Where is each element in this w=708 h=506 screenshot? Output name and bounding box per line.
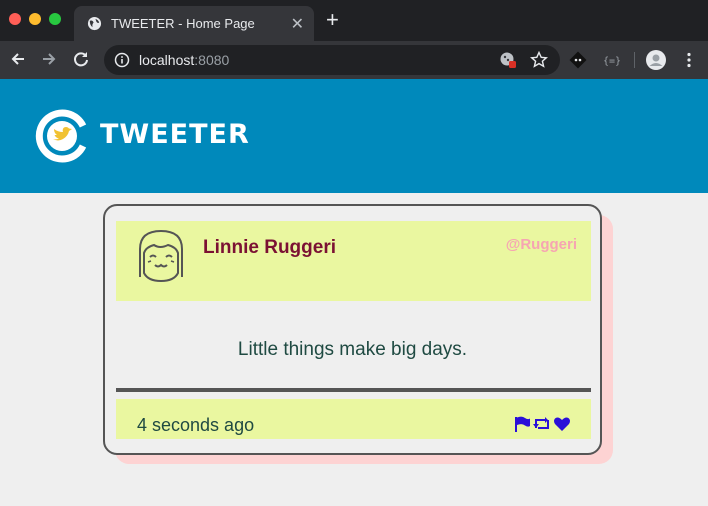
tweet-footer: 4 seconds ago [116,399,591,439]
close-icon[interactable]: ✕ [291,14,304,34]
close-window-button[interactable] [9,13,21,25]
minimize-window-button[interactable] [29,13,41,25]
retweet-icon[interactable] [533,415,551,433]
tweet-header: Linnie Ruggeri @Ruggeri [116,221,591,301]
site-header: TWEETER [0,79,708,193]
menu-icon[interactable] [680,51,698,69]
plus-icon[interactable]: + [326,9,339,31]
bird-logo-icon[interactable] [35,109,89,163]
profile-icon[interactable] [646,50,666,70]
user-name: Linnie Ruggeri [203,237,336,258]
tweet-actions [513,415,571,433]
blocked-cookies-icon[interactable] [499,51,517,69]
browser-toolbar: localhost:8080 {=} [0,41,708,79]
back-icon[interactable] [7,48,29,70]
git-extension-icon[interactable] [569,51,587,69]
maximize-window-button[interactable] [49,13,61,25]
info-icon[interactable] [114,52,130,68]
heart-icon[interactable] [553,415,571,433]
tweet-card: Linnie Ruggeri @Ruggeri Little things ma… [103,204,602,455]
reload-icon[interactable] [70,48,92,70]
json-extension-icon[interactable]: {=} [602,51,620,69]
browser-tab[interactable]: TWEETER - Home Page ✕ [74,6,314,41]
user-handle: @Ruggeri [505,236,577,253]
tweet-text: Little things make big days. [237,339,468,360]
globe-icon [87,16,102,31]
tab-title: TWEETER - Home Page [111,16,255,31]
address-bar[interactable]: localhost:8080 [104,45,560,75]
forward-icon[interactable] [38,48,60,70]
toolbar-divider [634,52,635,68]
card-divider [116,388,591,392]
star-icon[interactable] [530,51,548,69]
brand-title[interactable]: TWEETER [100,119,250,150]
avatar [139,229,183,283]
flag-icon[interactable] [513,415,531,433]
svg-text:{=}: {=} [603,56,620,67]
url-text: localhost:8080 [139,52,230,68]
tweet-timestamp: 4 seconds ago [137,415,255,435]
browser-tab-bar: TWEETER - Home Page ✕ + [0,0,708,41]
